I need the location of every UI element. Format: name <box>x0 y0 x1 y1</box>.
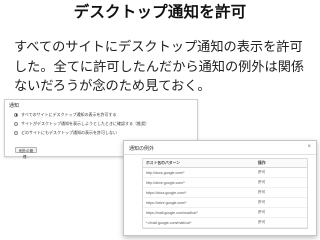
radio-selected-icon <box>14 112 18 117</box>
table-row[interactable]: https://drive.google.com/* 許可 <box>143 198 307 208</box>
exceptions-table: ホスト名のパターン 操作 http://docs.google.com/* 許可 h… <box>142 158 308 229</box>
slide-body-text: すべてのサイトにデスクトップ通知の表示を許可した。全てに許可したんだから通知の例… <box>14 40 305 94</box>
dialog-divider <box>124 154 316 155</box>
row-pattern: https://drive.google.com/* <box>146 200 187 205</box>
row-action[interactable]: 許可 <box>255 180 307 185</box>
radio-ask[interactable]: サイトがデスクトップ通知を表示しようとしたときに確認する（推奨） <box>14 120 149 127</box>
table-row[interactable]: http://docs.google.com/* 許可 <box>143 168 307 178</box>
table-row[interactable]: https://mail.google.com/mail/ca/* 許可 <box>143 208 307 218</box>
table-row[interactable]: http://drive.google.com/* 許可 <box>143 178 307 188</box>
row-pattern: *://mail.google.com/mail/ca/* <box>146 220 192 225</box>
radio-block-all-label: どのサイトにもデスクトップ通知の表示を許可しない <box>21 129 117 135</box>
row-action[interactable]: 許可 <box>255 220 307 225</box>
row-action[interactable]: 許可 <box>255 200 307 205</box>
dialog-title: 通知の例外 <box>129 146 155 152</box>
row-pattern: http://docs.google.com/* <box>146 170 185 175</box>
row-pattern: http://drive.google.com/* <box>146 180 185 185</box>
table-row[interactable]: *://mail.google.com/mail/ca/* 許可 <box>143 218 307 228</box>
notification-exceptions-dialog: 通知の例外 × ホスト名のパターン 操作 http://docs.google.… <box>123 140 317 236</box>
row-action[interactable]: 許可 <box>255 170 307 175</box>
row-action[interactable]: 許可 <box>255 210 307 215</box>
radio-allow-all[interactable]: すべてのサイトにデスクトップ通知の表示を許可する <box>14 111 117 118</box>
manage-exceptions-button[interactable]: 例外の管理... <box>15 147 37 159</box>
slide-title: デスクトップ通知を許可 <box>73 3 247 21</box>
table-header: ホスト名のパターン 操作 <box>143 159 307 168</box>
radio-allow-all-label: すべてのサイトにデスクトップ通知の表示を許可する <box>21 111 117 117</box>
table-row[interactable]: https://docs.google.com/* 許可 <box>143 188 307 198</box>
column-header-action: 操作 <box>258 160 266 165</box>
row-action[interactable]: 許可 <box>255 190 307 195</box>
radio-unselected-icon <box>14 121 18 126</box>
radio-unselected-icon <box>14 130 18 135</box>
close-icon[interactable]: × <box>307 143 311 151</box>
row-pattern: https://mail.google.com/mail/ca/* <box>146 210 198 215</box>
column-header-pattern: ホスト名のパターン <box>146 160 180 165</box>
notifications-heading: 通知 <box>9 103 20 109</box>
row-pattern: https://docs.google.com/* <box>146 190 187 195</box>
radio-ask-label: サイトがデスクトップ通知を表示しようとしたときに確認する（推奨） <box>21 120 149 126</box>
radio-block-all[interactable]: どのサイトにもデスクトップ通知の表示を許可しない <box>14 129 117 136</box>
